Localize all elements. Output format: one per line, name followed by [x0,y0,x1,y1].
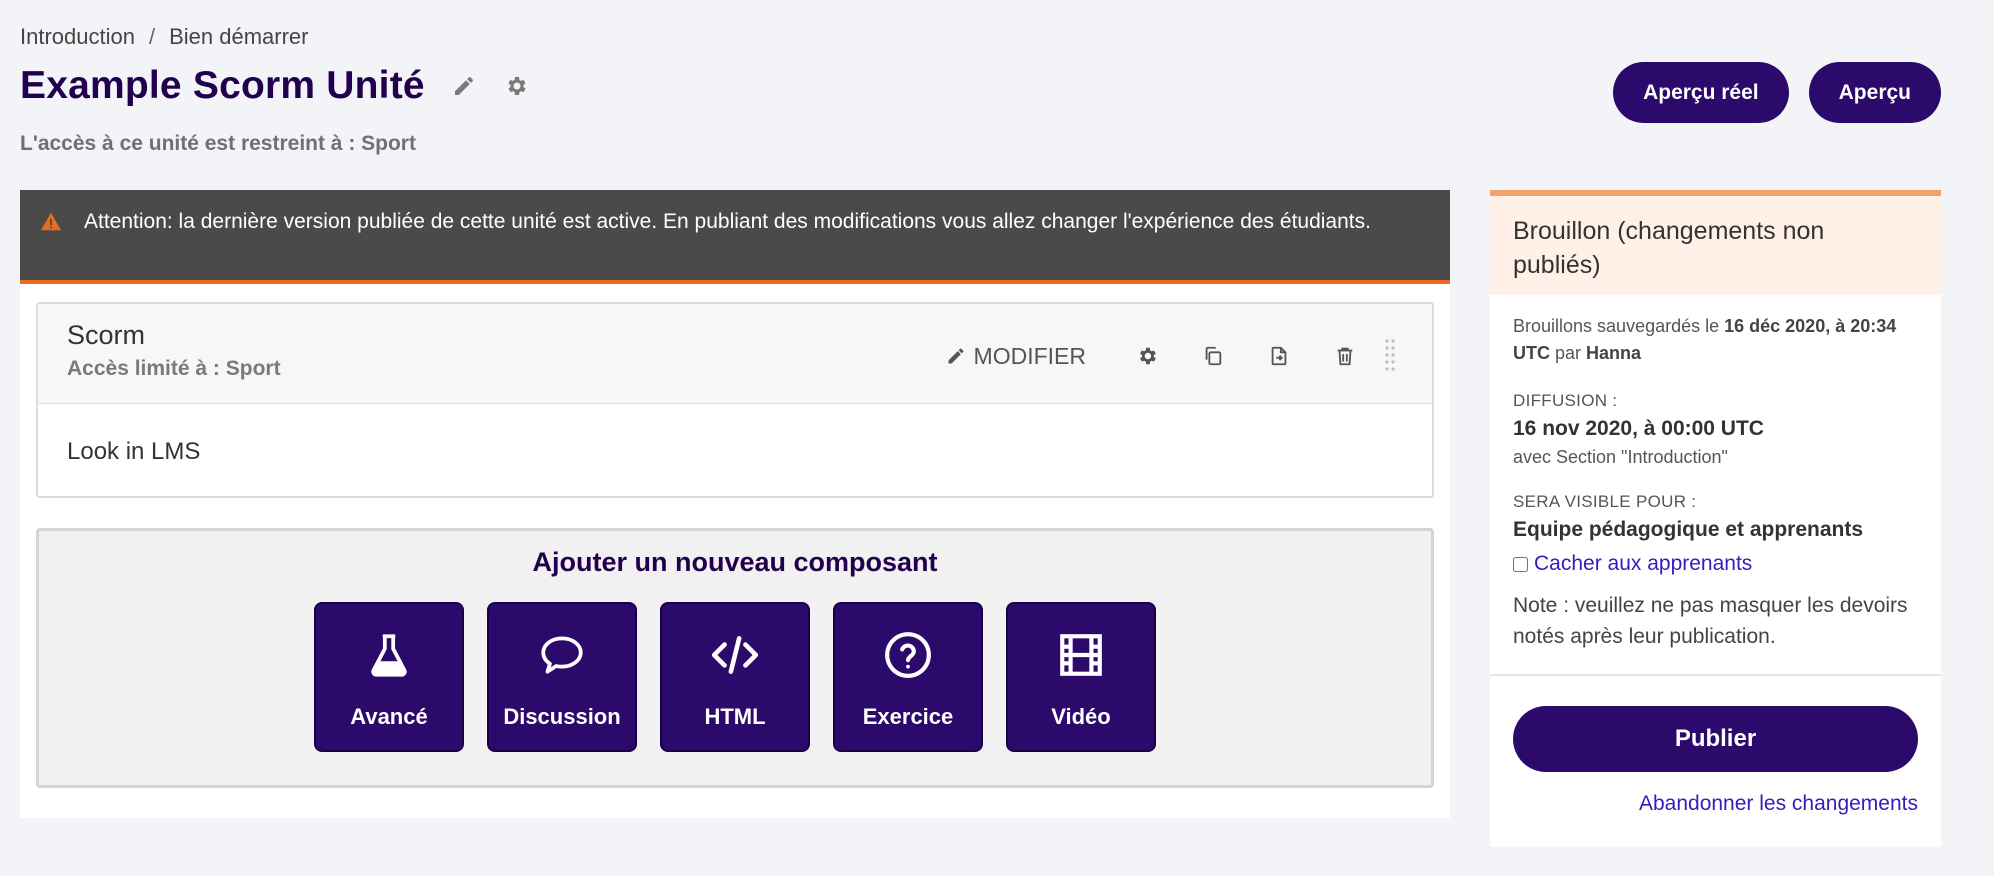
release-section: avec Section "Introduction" [1513,447,1728,467]
unit-restriction: L'accès à ce unité est restreint à : Spo… [20,132,416,155]
move-to-icon [1271,346,1287,366]
publish-button[interactable]: Publier [1513,706,1918,772]
move-button[interactable] [1246,340,1312,372]
pencil-icon [948,348,964,364]
published-warning: Attention: la dernière version publiée d… [20,190,1450,284]
unit-content: Attention: la dernière version publiée d… [20,190,1450,818]
preview-real-button[interactable]: Aperçu réel [1613,62,1789,123]
add-exercise-label: Exercice [862,704,954,729]
release-label: DIFFUSION : [1513,391,1618,410]
speech-bubble-icon [541,636,583,674]
trash-icon [1337,347,1353,366]
component-header: Scorm Accès limité à : Sport MODIFIER [38,304,1432,404]
publish-sidebar: Brouillon (changements non publiés) Brou… [1490,190,1941,847]
visible-to: Equipe pédagogique et apprenants [1513,518,1864,541]
edit-button[interactable]: MODIFIER [946,343,1086,370]
add-html-button[interactable]: HTML [660,602,810,752]
add-advanced-button[interactable]: Avancé [314,602,464,752]
component-title: Scorm [67,320,146,350]
saved-by: Hanna [1586,343,1642,363]
breadcrumb-item-bien-demarrer[interactable]: Bien démarrer [169,24,308,50]
component-actions: MODIFIER [946,336,1402,376]
add-video-button[interactable]: Vidéo [1006,602,1156,752]
breadcrumb: Introduction / Bien démarrer [20,24,308,50]
add-component-title: Ajouter un nouveau composant [532,547,938,577]
discard-changes-link[interactable]: Abandonner les changements [1490,792,1941,816]
edit-label: MODIFIER [973,342,1086,369]
hide-from-learners-checkbox[interactable] [1513,556,1528,572]
release-date: 16 nov 2020, à 00:00 UTC [1513,417,1764,440]
draft-status: Brouillon (changements non publiés) [1490,196,1941,295]
saved-prefix: Brouillons sauvegardés le [1513,316,1725,336]
breadcrumb-separator: / [148,24,156,49]
flask-icon [371,634,407,677]
add-discussion-label: Discussion [503,704,621,729]
graded-note: Note : veuillez ne pas masquer les devoi… [1513,594,1908,648]
add-video-label: Vidéo [1051,704,1111,729]
film-icon [1060,634,1102,676]
page-title: Example Scorm Unité [20,64,425,107]
add-exercise-button[interactable]: Exercice [833,602,983,752]
preview-buttons: Aperçu réel Aperçu [1613,62,1941,123]
add-discussion-button[interactable]: Discussion [487,602,637,752]
delete-button[interactable] [1312,340,1378,372]
component-body: Look in LMS [67,438,201,465]
warning-icon [40,212,62,231]
pencil-icon[interactable] [451,73,477,99]
gear-icon [1140,347,1156,365]
breadcrumb-item-introduction[interactable]: Introduction [20,24,135,50]
title-row: Example Scorm Unité [20,64,529,108]
hide-from-learners[interactable]: Cacher aux apprenants [1513,552,1918,576]
drag-handle-icon[interactable] [1378,336,1402,376]
sidebar-divider [1490,674,1941,676]
saved-by-prefix: par [1550,343,1587,363]
question-circle-icon [885,632,931,678]
warning-text: Attention: la dernière version publiée d… [84,210,1371,233]
component-access: Accès limité à : Sport [67,357,281,380]
draft-saved-info: Brouillons sauvegardés le 16 déc 2020, à… [1513,313,1918,367]
hide-from-learners-label[interactable]: Cacher aux apprenants [1534,552,1752,576]
preview-button[interactable]: Aperçu [1808,62,1941,123]
add-component-buttons: Avancé Discussion HTML Exercice Vidéo [39,602,1431,752]
add-component-panel: Ajouter un nouveau composant Avancé Disc… [36,528,1434,788]
gear-icon[interactable] [503,73,529,99]
add-advanced-label: Avancé [350,704,428,729]
code-icon [711,636,759,674]
duplicate-button[interactable] [1180,340,1246,372]
visible-label: SERA VISIBLE POUR : [1513,492,1697,511]
copy-icon [1205,346,1222,366]
component-scorm: Scorm Accès limité à : Sport MODIFIER Lo… [36,302,1434,498]
add-html-label: HTML [704,704,766,729]
settings-button[interactable] [1114,340,1180,372]
